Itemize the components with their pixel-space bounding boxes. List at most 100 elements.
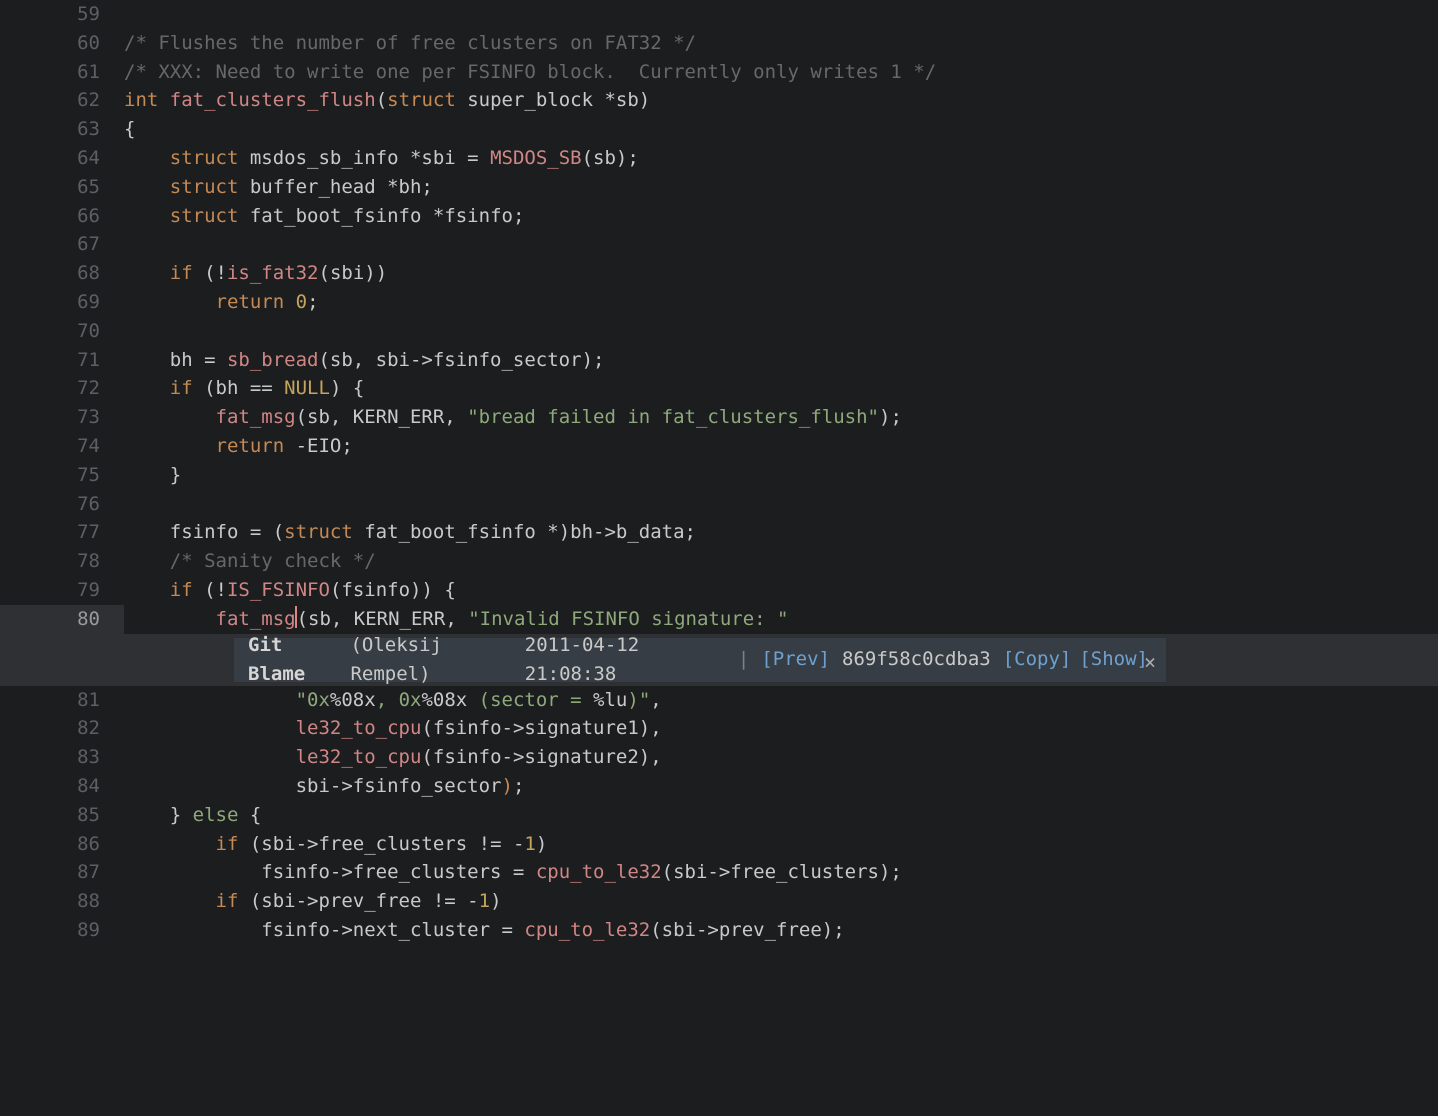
line-number[interactable]: 62 [0,86,124,115]
code-content[interactable]: fat_msg(sb, KERN_ERR, "bread failed in f… [124,403,902,432]
code-editor[interactable]: 5960/* Flushes the number of free cluste… [0,0,1438,945]
code-content[interactable]: struct fat_boot_fsinfo *fsinfo; [124,202,524,231]
code-content[interactable]: return 0; [124,288,319,317]
line-number[interactable]: 80 [0,605,124,634]
code-line[interactable]: 59 [0,0,1438,29]
code-line[interactable]: 71 bh = sb_bread(sb, sbi->fsinfo_sector)… [0,346,1438,375]
code-line[interactable]: 88 if (sbi->prev_free != -1) [0,887,1438,916]
line-number[interactable]: 87 [0,858,124,887]
code-content[interactable]: if (sbi->free_clusters != -1) [124,830,547,859]
code-content[interactable]: if (!is_fat32(sbi)) [124,259,387,288]
code-content[interactable]: fat_msg(sb, KERN_ERR, "Invalid FSINFO si… [124,605,789,634]
code-token: sbi->fsinfo_sector [124,775,502,797]
code-content[interactable]: struct msdos_sb_info *sbi = MSDOS_SB(sb)… [124,144,639,173]
line-number[interactable]: 79 [0,576,124,605]
code-token: struct [170,147,239,169]
line-number[interactable]: 76 [0,490,124,519]
blame-copy-link[interactable]: [Copy] [1003,645,1072,674]
code-line[interactable]: 82 le32_to_cpu(fsinfo->signature1), [0,714,1438,743]
line-number[interactable]: 71 [0,346,124,375]
line-number[interactable]: 61 [0,58,124,87]
line-number[interactable]: 83 [0,743,124,772]
code-content[interactable]: fsinfo->free_clusters = cpu_to_le32(sbi-… [124,858,902,887]
code-content[interactable]: } else { [124,801,261,830]
close-icon[interactable]: × [1144,648,1156,677]
code-content[interactable]: sbi->fsinfo_sector); [124,772,524,801]
code-line[interactable]: 78 /* Sanity check */ [0,547,1438,576]
code-content[interactable]: int fat_clusters_flush(struct super_bloc… [124,86,650,115]
code-content[interactable]: "0x%08x, 0x%08x (sector = %lu)", [124,686,662,715]
code-line[interactable]: 79 if (!IS_FSINFO(fsinfo)) { [0,576,1438,605]
code-content[interactable]: bh = sb_bread(sb, sbi->fsinfo_sector); [124,346,604,375]
code-line[interactable]: 63{ [0,115,1438,144]
code-line[interactable]: 62int fat_clusters_flush(struct super_bl… [0,86,1438,115]
code-line[interactable]: 80 fat_msg(sb, KERN_ERR, "Invalid FSINFO… [0,605,1438,634]
code-line[interactable]: 68 if (!is_fat32(sbi)) [0,259,1438,288]
line-number[interactable]: 75 [0,461,124,490]
code-content[interactable]: if (bh == NULL) { [124,374,364,403]
code-line[interactable]: 66 struct fat_boot_fsinfo *fsinfo; [0,202,1438,231]
line-number[interactable]: 64 [0,144,124,173]
code-token [124,608,216,630]
code-line[interactable]: 61/* XXX: Need to write one per FSINFO b… [0,58,1438,87]
code-content[interactable]: if (!IS_FSINFO(fsinfo)) { [124,576,456,605]
code-line[interactable]: 86 if (sbi->free_clusters != -1) [0,830,1438,859]
code-content[interactable]: /* Flushes the number of free clusters o… [124,29,696,58]
line-number[interactable]: 84 [0,772,124,801]
code-line[interactable]: 74 return -EIO; [0,432,1438,461]
line-number[interactable]: 77 [0,518,124,547]
code-content[interactable]: } [124,461,181,490]
code-line[interactable]: 67 [0,230,1438,259]
line-number[interactable]: 59 [0,0,124,29]
code-content[interactable]: /* XXX: Need to write one per FSINFO blo… [124,58,936,87]
code-content[interactable]: struct buffer_head *bh; [124,173,433,202]
line-number[interactable]: 81 [0,686,124,715]
code-line[interactable]: 84 sbi->fsinfo_sector); [0,772,1438,801]
line-number[interactable]: 89 [0,916,124,945]
code-line[interactable]: 77 fsinfo = (struct fat_boot_fsinfo *)bh… [0,518,1438,547]
code-content[interactable]: if (sbi->prev_free != -1) [124,887,502,916]
line-number[interactable]: 60 [0,29,124,58]
code-token: int [124,89,158,111]
line-number[interactable]: 65 [0,173,124,202]
code-content[interactable]: fsinfo->next_cluster = cpu_to_le32(sbi->… [124,916,845,945]
line-number[interactable]: 66 [0,202,124,231]
code-line[interactable]: 73 fat_msg(sb, KERN_ERR, "bread failed i… [0,403,1438,432]
code-line[interactable]: 87 fsinfo->free_clusters = cpu_to_le32(s… [0,858,1438,887]
code-line[interactable]: 89 fsinfo->next_cluster = cpu_to_le32(sb… [0,916,1438,945]
blame-show-link[interactable]: [Show] [1079,645,1148,674]
line-number[interactable]: 88 [0,887,124,916]
code-line[interactable]: 69 return 0; [0,288,1438,317]
line-number[interactable]: 72 [0,374,124,403]
code-line[interactable]: 85 } else { [0,801,1438,830]
code-token: fat_clusters_flush [170,89,376,111]
code-line[interactable]: 72 if (bh == NULL) { [0,374,1438,403]
line-number[interactable]: 68 [0,259,124,288]
line-number[interactable]: 74 [0,432,124,461]
line-number[interactable]: 73 [0,403,124,432]
code-token: (fsinfo->signature2), [421,746,661,768]
code-line[interactable]: 76 [0,490,1438,519]
line-number[interactable]: 70 [0,317,124,346]
code-line[interactable]: 70 [0,317,1438,346]
code-content[interactable]: /* Sanity check */ [124,547,376,576]
code-line[interactable]: 65 struct buffer_head *bh; [0,173,1438,202]
code-line[interactable]: 83 le32_to_cpu(fsinfo->signature2), [0,743,1438,772]
blame-prev-link[interactable]: [Prev] [761,645,830,674]
code-content[interactable]: fsinfo = (struct fat_boot_fsinfo *)bh->b… [124,518,696,547]
line-number[interactable]: 67 [0,230,124,259]
line-number[interactable]: 63 [0,115,124,144]
code-content[interactable]: { [124,115,135,144]
line-number[interactable]: 85 [0,801,124,830]
code-content[interactable]: return -EIO; [124,432,353,461]
line-number[interactable]: 82 [0,714,124,743]
line-number[interactable]: 69 [0,288,124,317]
code-line[interactable]: 81 "0x%08x, 0x%08x (sector = %lu)", [0,686,1438,715]
code-line[interactable]: 75 } [0,461,1438,490]
code-line[interactable]: 60/* Flushes the number of free clusters… [0,29,1438,58]
line-number[interactable]: 86 [0,830,124,859]
code-line[interactable]: 64 struct msdos_sb_info *sbi = MSDOS_SB(… [0,144,1438,173]
code-content[interactable]: le32_to_cpu(fsinfo->signature2), [124,743,662,772]
line-number[interactable]: 78 [0,547,124,576]
code-content[interactable]: le32_to_cpu(fsinfo->signature1), [124,714,662,743]
